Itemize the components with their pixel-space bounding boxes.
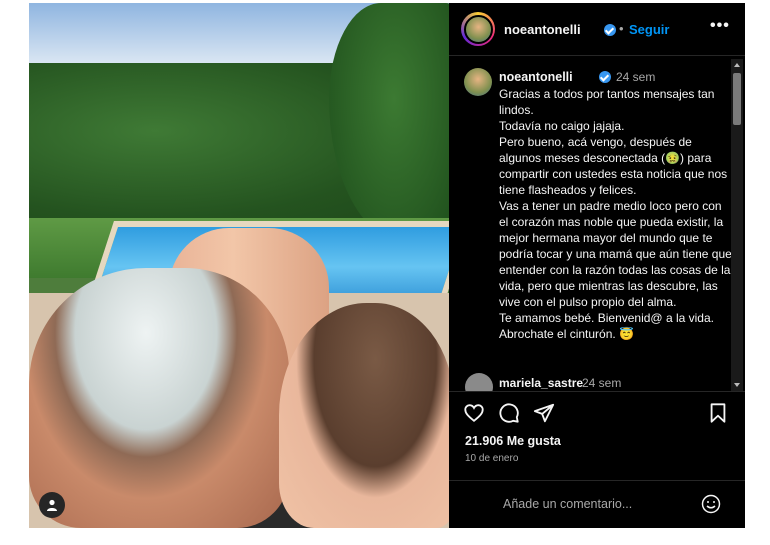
caption-username[interactable]: noeantonelli	[499, 70, 573, 84]
comment-time: 24 sem	[582, 376, 622, 390]
scrollbar-thumb[interactable]	[733, 73, 741, 125]
story-ring-avatar[interactable]	[461, 12, 495, 46]
more-icon[interactable]: •••	[710, 17, 730, 35]
post-header: noeantonelli • Seguir •••	[449, 3, 745, 56]
like-button[interactable]	[463, 402, 487, 426]
action-bar: 21.906 Me gusta 10 de enero Añade un com…	[449, 391, 745, 529]
photo-man	[29, 268, 289, 528]
post-side-panel: noeantonelli • Seguir ••• noeantonelli 2…	[449, 3, 745, 528]
verified-icon	[604, 24, 616, 36]
scrollbar[interactable]	[731, 59, 743, 391]
header-separator: •	[619, 21, 624, 36]
comment-username[interactable]: mariela_sastre	[499, 376, 583, 390]
comment-button[interactable]	[498, 402, 522, 426]
emoji-icon	[701, 494, 721, 514]
caption-avatar[interactable]	[464, 68, 492, 96]
share-button[interactable]	[533, 402, 557, 426]
caption-text: Gracias a todos por tantos mensajes tan …	[499, 87, 732, 341]
avatar	[463, 14, 493, 44]
caption-time: 24 sem	[616, 70, 656, 84]
photo-girl	[279, 303, 449, 528]
post-date: 10 de enero	[465, 453, 519, 464]
comment-icon	[499, 403, 519, 423]
user-tag-icon	[47, 499, 57, 511]
like-count[interactable]: 21.906 Me gusta	[465, 434, 561, 448]
follow-button[interactable]: Seguir	[629, 22, 669, 37]
emoji-button[interactable]	[701, 494, 721, 514]
comments-scroll-area[interactable]: noeantonelli 24 sem Gracias a todos por …	[449, 56, 745, 391]
comment-bar: Añade un comentario...	[449, 480, 745, 530]
heart-icon	[464, 404, 484, 422]
comment-avatar[interactable]	[465, 373, 493, 391]
instagram-post-modal: noeantonelli • Seguir ••• noeantonelli 2…	[29, 3, 745, 528]
user-tag-button[interactable]	[39, 492, 65, 518]
post-photo[interactable]	[29, 3, 449, 528]
header-username[interactable]: noeantonelli	[504, 22, 581, 37]
comment-input[interactable]: Añade un comentario...	[503, 497, 632, 511]
verified-icon	[599, 71, 611, 83]
share-icon	[533, 403, 555, 423]
bookmark-icon	[710, 403, 726, 423]
save-button[interactable]	[707, 402, 731, 426]
scroll-up-arrow[interactable]	[734, 63, 740, 67]
scroll-down-arrow[interactable]	[734, 383, 740, 387]
